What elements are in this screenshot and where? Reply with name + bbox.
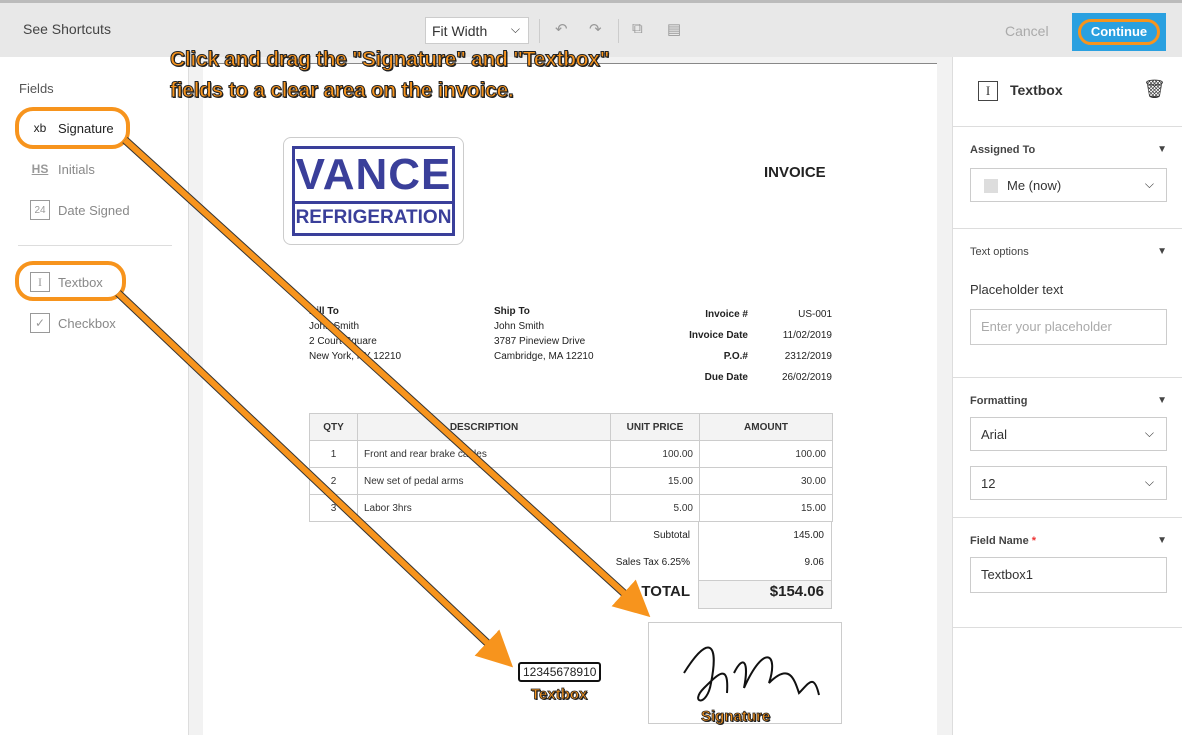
collapse-icon[interactable]: ▼ bbox=[1157, 395, 1167, 406]
text-options-section: Text options ▼ Placeholder text Enter you… bbox=[953, 229, 1182, 378]
collapse-icon[interactable]: ▼ bbox=[1157, 535, 1167, 546]
chevron-down-icon: ⌵ bbox=[1144, 177, 1154, 191]
panel-header: I Textbox 🗑 bbox=[953, 57, 1182, 127]
field-name-section: Field Name * ▼ Textbox1 bbox=[953, 518, 1182, 628]
chevron-down-icon: ⌵ bbox=[1144, 475, 1154, 489]
required-marker: * bbox=[1031, 535, 1037, 547]
assigned-value: Me (now) bbox=[1007, 178, 1062, 193]
font-value: Arial bbox=[981, 427, 1008, 442]
font-size-value: 12 bbox=[981, 476, 996, 491]
field-name-input[interactable]: Textbox1 bbox=[970, 557, 1167, 593]
font-size-select[interactable]: 12 ⌵ bbox=[970, 466, 1167, 500]
instruction-annotation: Click and drag the "Signature" and "Text… bbox=[170, 48, 611, 103]
field-name-label: Field Name bbox=[970, 535, 1029, 547]
color-swatch bbox=[984, 179, 998, 193]
formatting-label: Formatting bbox=[970, 395, 1028, 407]
text-options-label: Text options bbox=[970, 246, 1029, 258]
font-select[interactable]: Arial ⌵ bbox=[970, 417, 1167, 451]
formatting-section: Formatting ▼ Arial ⌵ 12 ⌵ bbox=[953, 378, 1182, 518]
textbox-arrow bbox=[115, 290, 514, 668]
trash-icon[interactable]: 🗑 bbox=[1143, 79, 1166, 100]
placeholder-label: Placeholder text bbox=[970, 282, 1064, 297]
assigned-label: Assigned To bbox=[970, 144, 1036, 156]
properties-panel: I Textbox 🗑 Assigned To ▼ Me (now) ⌵ Text … bbox=[952, 57, 1182, 735]
placeholder-input[interactable]: Enter your placeholder bbox=[970, 309, 1167, 345]
panel-title: Textbox bbox=[1010, 82, 1063, 98]
textbox-icon: I bbox=[978, 81, 998, 101]
collapse-icon[interactable]: ▼ bbox=[1157, 246, 1167, 257]
assigned-section: Assigned To ▼ Me (now) ⌵ bbox=[953, 127, 1182, 229]
assigned-select[interactable]: Me (now) ⌵ bbox=[970, 168, 1167, 202]
chevron-down-icon: ⌵ bbox=[1144, 426, 1154, 440]
collapse-icon[interactable]: ▼ bbox=[1157, 144, 1167, 155]
